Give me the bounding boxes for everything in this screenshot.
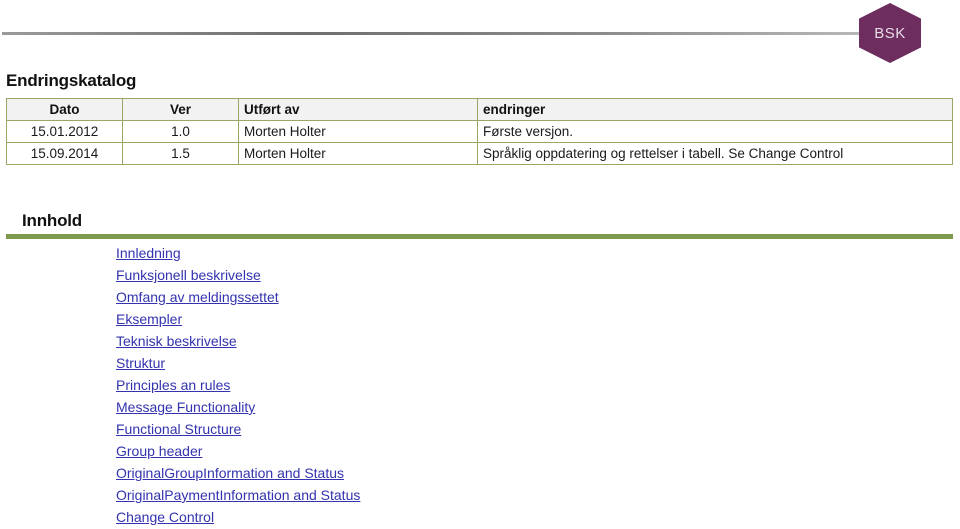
cell-ver: 1.0 xyxy=(122,120,239,143)
cell-dato: 15.01.2012 xyxy=(6,120,123,143)
change-catalog-heading: Endringskatalog xyxy=(6,71,137,90)
bsk-hexagon-logo-icon: BSK xyxy=(859,3,921,63)
cell-utfort-av: Morten Holter xyxy=(238,120,478,143)
change-catalog-table: Dato Ver Utført av endringer 15.01.2012 … xyxy=(6,98,953,165)
page-header: BSK xyxy=(0,0,960,68)
toc-link-omfang-av-meldingssettet[interactable]: Omfang av meldingssettet xyxy=(116,286,279,308)
column-header-utfort-av: Utført av xyxy=(238,98,478,121)
table-header: Dato Ver Utført av endringer xyxy=(6,98,953,121)
toc-link-change-control[interactable]: Change Control xyxy=(116,506,214,528)
logo-label: BSK xyxy=(874,24,906,42)
toc-link-group-header[interactable]: Group header xyxy=(116,440,202,462)
cell-endringer: Språklig oppdatering og rettelser i tabe… xyxy=(477,142,953,165)
toc-heading: Innhold xyxy=(22,211,82,230)
column-header-dato: Dato xyxy=(6,98,123,121)
toc-link-eksempler[interactable]: Eksempler xyxy=(116,308,182,330)
table-header-row: Dato Ver Utført av endringer xyxy=(6,98,953,121)
toc-link-teknisk-beskrivelse[interactable]: Teknisk beskrivelse xyxy=(116,330,237,352)
header-divider-rule xyxy=(2,32,862,35)
column-header-endringer: endringer xyxy=(477,98,953,121)
column-header-ver: Ver xyxy=(122,98,239,121)
table-row: 15.09.2014 1.5 Morten Holter Språklig op… xyxy=(6,142,953,165)
cell-utfort-av: Morten Holter xyxy=(238,142,478,165)
toc-divider-rule xyxy=(6,234,953,239)
toc-link-innledning[interactable]: Innledning xyxy=(116,242,181,264)
cell-dato: 15.09.2014 xyxy=(6,142,123,165)
toc-link-funksjonell-beskrivelse[interactable]: Funksjonell beskrivelse xyxy=(116,264,261,286)
toc-link-originalgroupinformation-status[interactable]: OriginalGroupInformation and Status xyxy=(116,462,344,484)
cell-ver: 1.5 xyxy=(122,142,239,165)
toc-link-struktur[interactable]: Struktur xyxy=(116,352,165,374)
cell-endringer: Første versjon. xyxy=(477,120,953,143)
table-row: 15.01.2012 1.0 Morten Holter Første vers… xyxy=(6,120,953,143)
toc-list: Innledning Funksjonell beskrivelse Omfan… xyxy=(116,242,816,528)
toc-link-functional-structure[interactable]: Functional Structure xyxy=(116,418,241,440)
table-body: 15.01.2012 1.0 Morten Holter Første vers… xyxy=(6,120,953,165)
toc-link-originalpaymentinformation-status[interactable]: OriginalPaymentInformation and Status xyxy=(116,484,360,506)
toc-link-message-functionality[interactable]: Message Functionality xyxy=(116,396,255,418)
toc-link-principles-an-rules[interactable]: Principles an rules xyxy=(116,374,230,396)
